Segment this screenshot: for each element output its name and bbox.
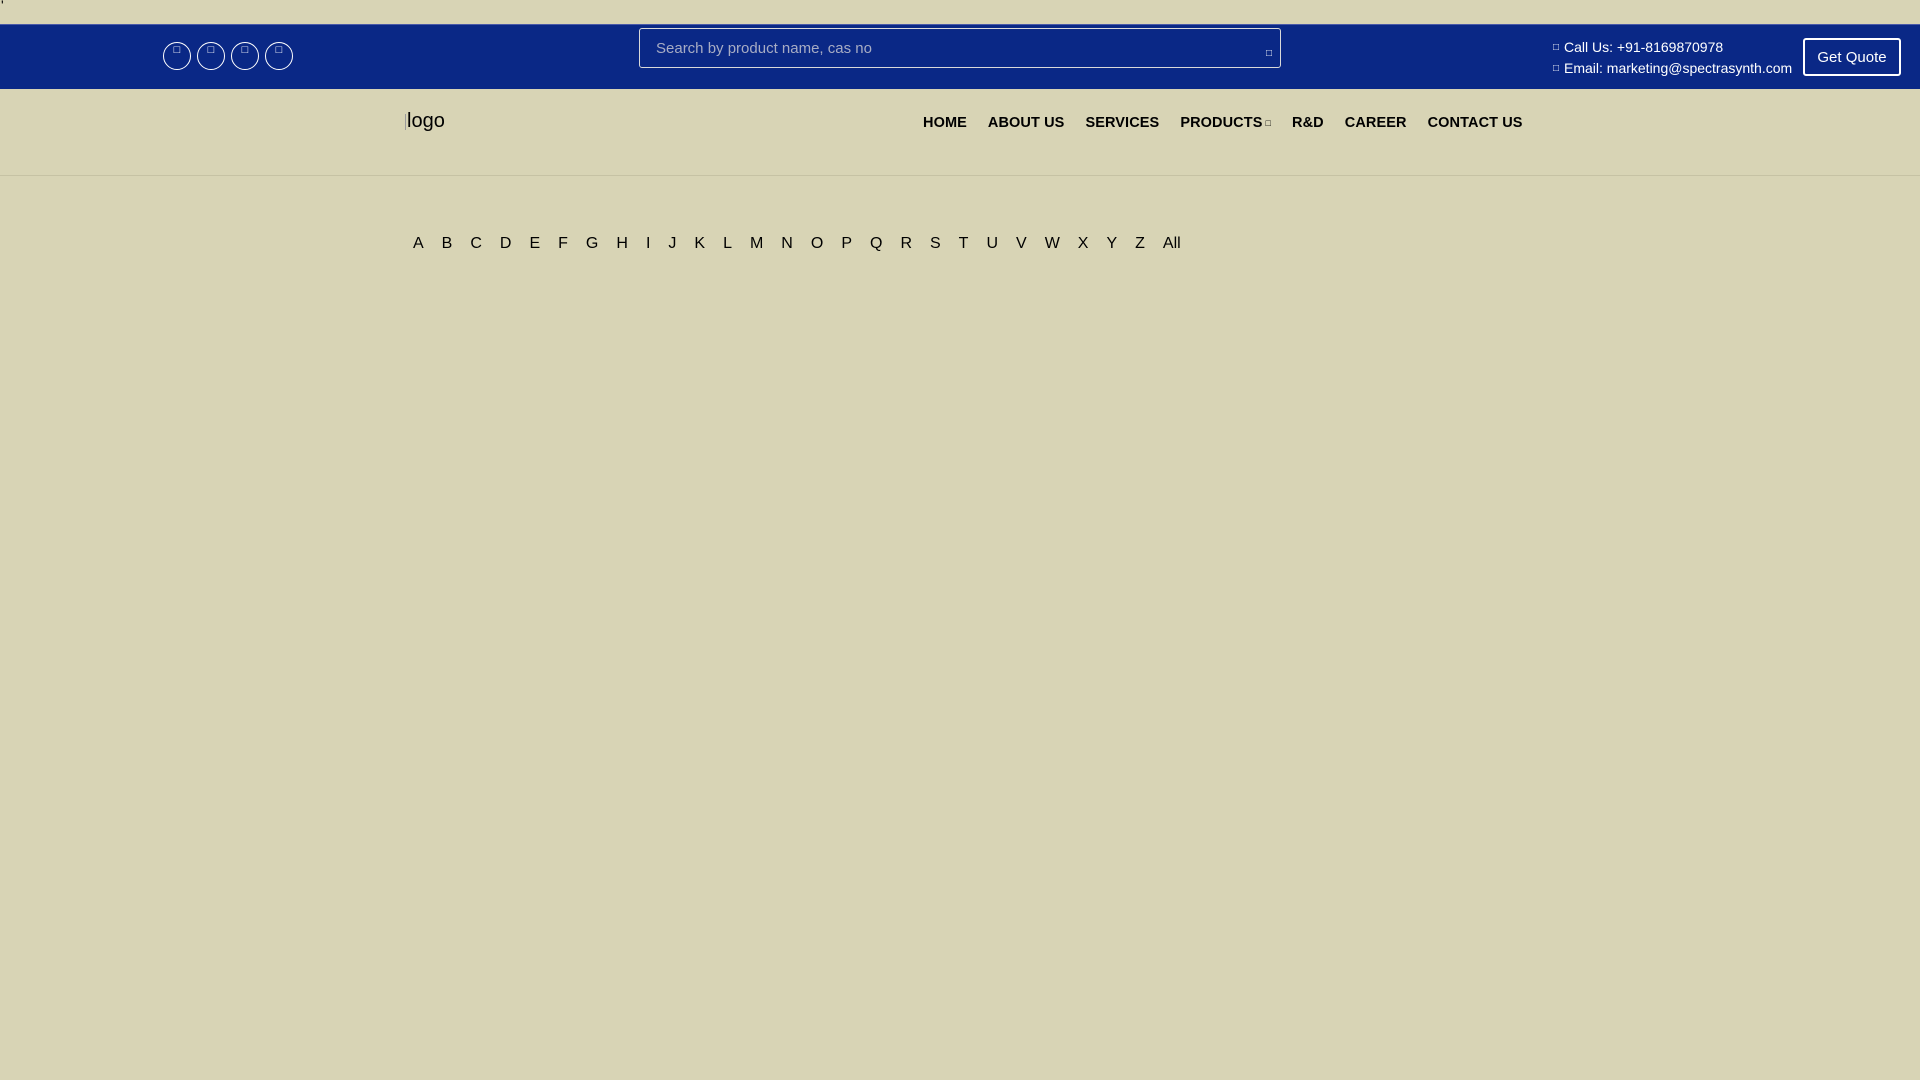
top-bar: □ □ □ □ □ □ Call Us: +91-8169870978 □ Em… (0, 24, 1920, 89)
phone-text[interactable]: Call Us: +91-8169870978 (1564, 37, 1723, 58)
main-header: logo HOME ABOUT US SERVICES PRODUCTS □ R&… (0, 88, 1920, 176)
twitter-icon[interactable]: □ (197, 42, 225, 70)
alpha-filter-j[interactable]: J (659, 234, 685, 254)
alpha-filter-f[interactable]: F (549, 234, 577, 254)
alpha-filter-all[interactable]: All (1154, 234, 1190, 254)
alpha-filter-o[interactable]: O (802, 234, 832, 254)
alpha-filter-v[interactable]: V (1007, 234, 1036, 254)
nav-rnd[interactable]: R&D (1292, 115, 1324, 131)
nav-products-label: PRODUCTS (1180, 115, 1263, 131)
alpha-filter-g[interactable]: G (577, 234, 607, 254)
alpha-filter-m[interactable]: M (741, 234, 772, 254)
email-icon: □ (1553, 63, 1560, 74)
phone-icon: □ (1553, 42, 1560, 53)
nav-products[interactable]: PRODUCTS □ (1180, 115, 1271, 131)
logo[interactable]: logo (405, 110, 445, 133)
get-quote-button[interactable]: Get Quote (1803, 38, 1901, 76)
alpha-filter-x[interactable]: X (1069, 234, 1098, 254)
facebook-icon[interactable]: □ (163, 42, 191, 70)
search-box: □ (639, 28, 1281, 68)
main-nav: HOME ABOUT US SERVICES PRODUCTS □ R&D CAR… (923, 115, 1523, 131)
alpha-filter-k[interactable]: K (685, 234, 714, 254)
alpha-filter-u[interactable]: U (977, 234, 1007, 254)
chevron-down-icon: □ (1265, 118, 1272, 128)
alpha-filter-p[interactable]: P (832, 234, 861, 254)
search-input[interactable] (640, 29, 1230, 67)
broken-image-icon (405, 113, 406, 130)
email-text[interactable]: Email: marketing@spectrasynth.com (1564, 58, 1792, 79)
nav-home[interactable]: HOME (923, 115, 967, 131)
search-icon[interactable]: □ (1266, 48, 1274, 60)
nav-career[interactable]: CAREER (1345, 115, 1407, 131)
alpha-filter-z[interactable]: Z (1126, 234, 1154, 254)
alpha-filter-y[interactable]: Y (1097, 234, 1126, 254)
linkedin-icon[interactable]: □ (231, 42, 259, 70)
alpha-filter-a[interactable]: A (404, 234, 433, 254)
alpha-filter-r[interactable]: R (891, 234, 921, 254)
alpha-filter-d[interactable]: D (491, 234, 521, 254)
alpha-filter-s[interactable]: S (921, 234, 950, 254)
alpha-filter-i[interactable]: I (637, 234, 659, 254)
alpha-filter-h[interactable]: H (607, 234, 637, 254)
logo-alt-text: logo (407, 110, 445, 132)
alpha-filter-w[interactable]: W (1036, 234, 1069, 254)
contact-info: □ Call Us: +91-8169870978 □ Email: marke… (1553, 37, 1792, 79)
alpha-filter-q[interactable]: Q (861, 234, 891, 254)
nav-services[interactable]: SERVICES (1085, 115, 1159, 131)
alpha-filter-c[interactable]: C (461, 234, 491, 254)
email-row: □ Email: marketing@spectrasynth.com (1553, 58, 1792, 79)
stray-mark: ' (1, 0, 4, 13)
phone-row: □ Call Us: +91-8169870978 (1553, 37, 1792, 58)
instagram-icon[interactable]: □ (265, 42, 293, 70)
alpha-filter-n[interactable]: N (772, 234, 802, 254)
nav-contact-us[interactable]: CONTACT US (1428, 115, 1523, 131)
alphabet-filter: A B C D E F G H I J K L M N O P Q R S T … (404, 234, 1190, 254)
nav-about-us[interactable]: ABOUT US (988, 115, 1065, 131)
alpha-filter-l[interactable]: L (714, 234, 741, 254)
alpha-filter-t[interactable]: T (950, 234, 978, 254)
social-links: □ □ □ □ (163, 42, 293, 70)
alpha-filter-e[interactable]: E (520, 234, 549, 254)
alpha-filter-b[interactable]: B (433, 234, 462, 254)
